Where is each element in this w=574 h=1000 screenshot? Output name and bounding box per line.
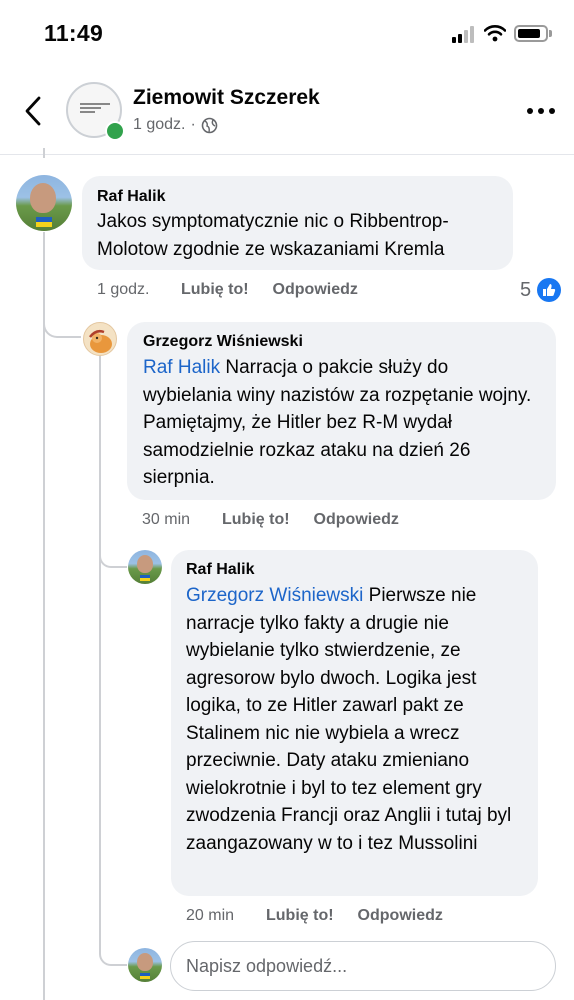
thread-line-nested: [99, 356, 101, 946]
commenter-avatar[interactable]: [128, 550, 162, 584]
reply-input[interactable]: Napisz odpowiedź...: [170, 941, 556, 991]
comment-actions: 20 min Lubię to! Odpowiedz: [186, 907, 467, 925]
like-button[interactable]: Lubię to!: [181, 281, 249, 299]
reply-button[interactable]: Odpowiedz: [314, 511, 399, 529]
comment-actions: 1 godz. Lubię to! Odpowiedz: [97, 281, 382, 299]
comment-text: Jakos symptomatycznie nic o Ribbentrop-M…: [97, 211, 449, 260]
reply-button[interactable]: Odpowiedz: [273, 281, 358, 299]
avatar-placeholder-lines: [80, 103, 110, 117]
comment-time[interactable]: 30 min: [142, 511, 222, 529]
post-meta: 1 godz. ·: [133, 116, 218, 134]
comment-author[interactable]: Raf Halik: [97, 188, 498, 206]
mention-link[interactable]: Raf Halik: [143, 357, 220, 378]
current-user-avatar: [128, 948, 162, 982]
comment-author[interactable]: Grzegorz Wiśniewski: [143, 333, 540, 351]
reply-placeholder: Napisz odpowiedź...: [186, 955, 348, 976]
thread-connector-3: [99, 936, 127, 966]
comment-bubble: Raf Halik Jakos symptomatycznie nic o Ri…: [82, 176, 513, 270]
cartoon-avatar-art: [89, 329, 112, 353]
post-time[interactable]: 1 godz.: [133, 116, 185, 134]
post-author-name[interactable]: Ziemowit Szczerek: [133, 86, 320, 110]
comment-text: Raf Halik Narracja o pakcie służy do wyb…: [143, 354, 540, 492]
header-divider: [0, 154, 574, 155]
online-status-dot: [105, 121, 125, 141]
thumbs-up-icon: [537, 278, 562, 302]
wifi-icon: [484, 25, 506, 42]
globe-icon: [201, 117, 218, 133]
reply-button[interactable]: Odpowiedz: [358, 907, 443, 925]
comment-body: Pierwsze nie narracje tylko fakty a drug…: [186, 585, 512, 854]
like-button[interactable]: Lubię to!: [266, 907, 334, 925]
battery-tip: [549, 30, 552, 37]
status-time: 11:49: [44, 20, 104, 46]
battery-icon: [514, 25, 548, 42]
thread-line-root: [43, 232, 45, 1000]
more-options-icon[interactable]: [527, 108, 555, 114]
comment-text: Grzegorz Wiśniewski Pierwsze nie narracj…: [186, 582, 523, 857]
commenter-avatar[interactable]: [16, 175, 72, 231]
comment-bubble: Raf Halik Grzegorz Wiśniewski Pierwsze n…: [171, 550, 538, 896]
reaction-count: 5: [520, 278, 532, 301]
meta-separator: ·: [190, 116, 196, 133]
comment-actions: 30 min Lubię to! Odpowiedz: [142, 511, 423, 529]
comment-time[interactable]: 1 godz.: [97, 281, 181, 299]
cellular-signal-icon: [452, 25, 478, 43]
thread-connector-1: [43, 300, 81, 338]
like-button[interactable]: Lubię to!: [222, 511, 290, 529]
mention-link[interactable]: Grzegorz Wiśniewski: [186, 585, 363, 606]
back-chevron-icon[interactable]: [22, 96, 44, 126]
comment-time[interactable]: 20 min: [186, 907, 266, 925]
commenter-avatar[interactable]: [83, 322, 117, 356]
comment-bubble: Grzegorz Wiśniewski Raf Halik Narracja o…: [127, 322, 556, 500]
comment-author[interactable]: Raf Halik: [186, 561, 523, 579]
reaction-summary[interactable]: 5: [520, 278, 562, 302]
thread-connector-2: [99, 540, 127, 568]
thread-line-top-stub: [43, 148, 45, 158]
